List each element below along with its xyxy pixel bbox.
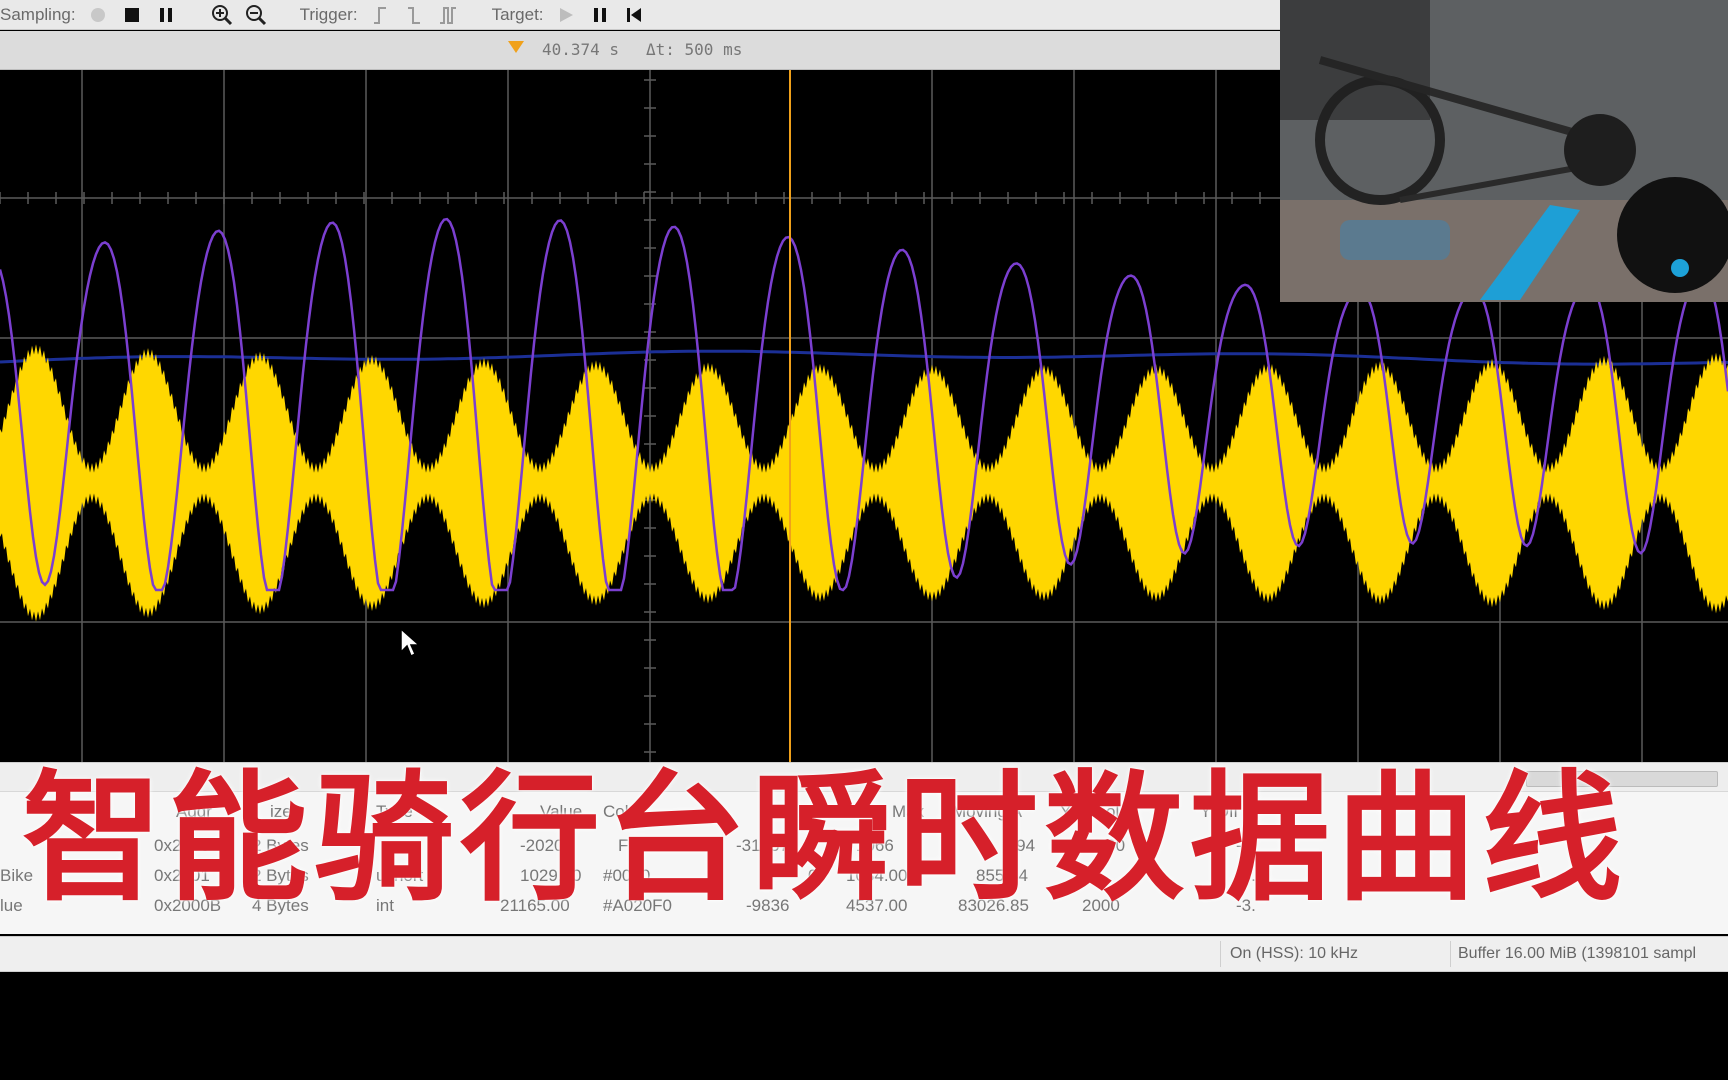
trace-yellow [0, 344, 1728, 622]
play-icon[interactable] [554, 3, 578, 27]
target-pause-icon[interactable] [588, 3, 612, 27]
cursor-marker-icon[interactable] [508, 41, 524, 53]
bike-trainer-photo [1280, 0, 1728, 302]
buffer-status: Buffer 16.00 MiB (1398101 sampl [1458, 945, 1697, 962]
zoom-in-icon[interactable] [210, 3, 234, 27]
cursor-bar: 40.374 s Δt: 500 ms [0, 31, 1280, 70]
status-bar: On (HSS): 10 kHz Buffer 16.00 MiB (13981… [0, 936, 1728, 972]
record-icon[interactable] [86, 3, 110, 27]
trigger-rising-icon[interactable] [368, 3, 392, 27]
target-label: Target: [491, 4, 544, 24]
cursor-time: 40.374 s [542, 40, 620, 59]
sampling-rate-status: On (HSS): 10 kHz [1230, 945, 1359, 962]
trigger-label: Trigger: [299, 4, 358, 24]
video-caption: 智能骑行台瞬时数据曲线 [22, 758, 1629, 921]
skip-start-icon[interactable] [622, 3, 646, 27]
mouse-pointer-icon [400, 628, 421, 658]
pause-icon[interactable] [154, 3, 178, 27]
camera-inset [1280, 0, 1728, 302]
cursor-delta: Δt: 500 ms [646, 40, 743, 59]
trigger-both-icon[interactable] [436, 3, 460, 27]
stop-icon[interactable] [120, 3, 144, 27]
row3-name[interactable]: lue [0, 896, 23, 916]
sampling-label: Sampling: [0, 4, 76, 24]
zoom-out-icon[interactable] [244, 3, 268, 27]
toolbar: Sampling: Trigger: Target: [0, 0, 1280, 30]
trigger-falling-icon[interactable] [402, 3, 426, 27]
